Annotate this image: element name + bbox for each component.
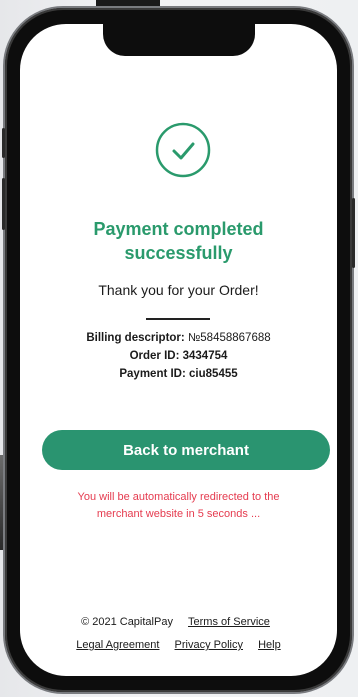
order-id-value: 3434754 (182, 350, 228, 362)
footer-row-1: © 2021 CapitalPay Terms of Service (30, 616, 327, 628)
divider (146, 318, 210, 320)
footer-row-2: Legal Agreement Privacy Policy Help (30, 639, 327, 651)
help-link[interactable]: Help (258, 639, 281, 651)
billing-descriptor-row: Billing descriptor: №58458867688 (30, 332, 327, 344)
phone-side-button (352, 198, 355, 268)
order-id-label: Order ID: (129, 350, 180, 362)
order-id-row: Order ID: 3434754 (30, 350, 327, 362)
success-title-line1: Payment completed (93, 219, 264, 239)
success-title-line2: successfully (124, 243, 233, 263)
billing-descriptor-label: Billing descriptor: (86, 332, 185, 344)
copyright-text: © 2021 CapitalPay (81, 616, 173, 628)
phone-screen: Payment completed successfully Thank you… (20, 24, 337, 676)
terms-of-service-link[interactable]: Terms of Service (188, 616, 270, 628)
phone-side-button (2, 128, 5, 158)
payment-id-value: ciu85455 (189, 368, 238, 380)
redirect-notice-line1: You will be automatically redirected to … (77, 491, 280, 503)
back-to-merchant-button[interactable]: Back to merchant (42, 430, 330, 470)
payment-id-label: Payment ID: (119, 368, 186, 380)
thank-you-message: Thank you for your Order! (98, 282, 259, 298)
privacy-policy-link[interactable]: Privacy Policy (175, 639, 243, 651)
photo-scene: Payment completed successfully Thank you… (0, 0, 358, 697)
phone-side-button (2, 178, 5, 230)
redirect-notice-line2: merchant website in 5 seconds ... (96, 508, 261, 520)
phone-frame: Payment completed successfully Thank you… (2, 8, 355, 692)
billing-descriptor-value: №58458867688 (187, 332, 271, 344)
payment-id-row: Payment ID: ciu85455 (30, 368, 327, 380)
check-circle-icon (155, 122, 211, 178)
legal-agreement-link[interactable]: Legal Agreement (76, 639, 159, 651)
phone-notch (103, 24, 255, 56)
